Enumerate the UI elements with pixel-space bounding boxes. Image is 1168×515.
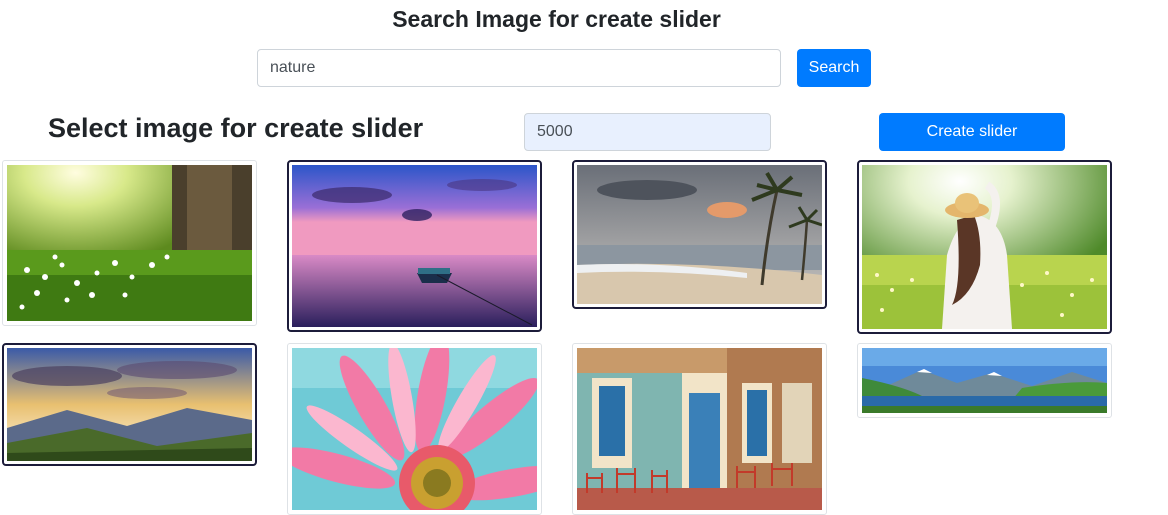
search-input[interactable] <box>257 49 781 87</box>
slider-duration-input[interactable] <box>524 113 771 151</box>
gallery-image-cafe-facade[interactable] <box>572 343 827 515</box>
search-button[interactable]: Search <box>797 49 871 87</box>
beach-palms-image <box>577 165 822 304</box>
pink-daisy-image <box>292 348 537 510</box>
gallery-image-mountain-lake[interactable] <box>857 343 1112 418</box>
gallery-image-boat-sunset[interactable] <box>287 160 542 332</box>
gallery-image-beach-palms[interactable] <box>572 160 827 309</box>
gallery-image-pink-daisy[interactable] <box>287 343 542 515</box>
gallery-image-woman-meadow[interactable] <box>857 160 1112 334</box>
create-slider-button[interactable]: Create slider <box>879 113 1065 151</box>
cafe-facade-image <box>577 348 822 510</box>
boat-sunset-image <box>292 165 537 327</box>
woman-meadow-image <box>862 165 1107 329</box>
mountain-lake-image <box>862 348 1107 413</box>
forest-meadow-image <box>7 165 252 321</box>
gallery-image-forest-meadow[interactable] <box>2 160 257 326</box>
search-title: Search Image for create slider <box>392 6 721 32</box>
mountain-valley-image <box>7 348 252 461</box>
gallery-image-mountain-valley[interactable] <box>2 343 257 466</box>
select-image-title: Select image for create slider <box>48 113 424 143</box>
